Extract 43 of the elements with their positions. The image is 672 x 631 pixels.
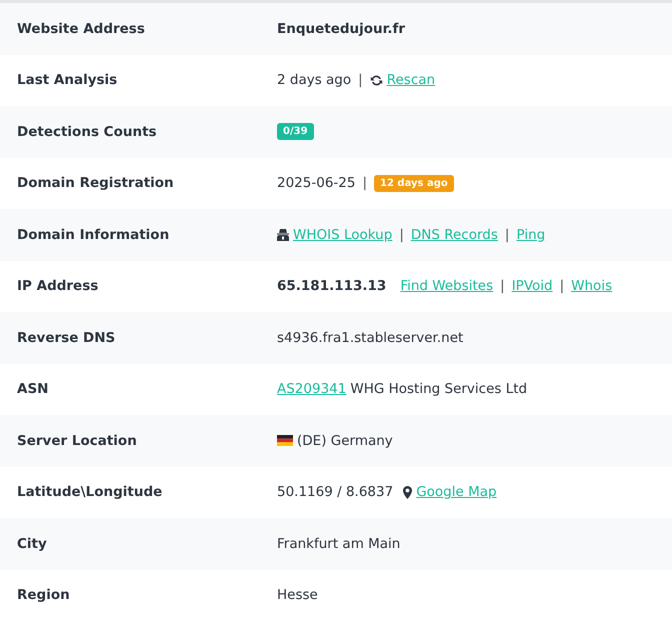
value-text: WHG Hosting Services Ltd xyxy=(350,381,528,398)
flag-icon xyxy=(277,435,293,446)
value-text: 65.181.113.13 xyxy=(277,278,386,294)
separator: | xyxy=(500,278,505,294)
link[interactable]: Find Websites xyxy=(400,278,494,294)
value-text: Enquetedujour.fr xyxy=(277,20,406,37)
row-label: Reverse DNS xyxy=(17,330,116,346)
separator: | xyxy=(362,175,368,192)
status-badge: 12 days ago xyxy=(374,174,454,192)
spy-icon xyxy=(277,228,289,242)
link[interactable]: Rescan xyxy=(386,72,436,88)
value-text: Frankfurt am Main xyxy=(277,536,400,552)
row-label: Domain Information xyxy=(17,226,170,243)
separator: | xyxy=(358,72,363,88)
map-pin-icon xyxy=(403,486,412,499)
value-text: 2 days ago xyxy=(277,72,352,88)
link[interactable]: WHOIS Lookup xyxy=(293,226,392,243)
row-label: Domain Registration xyxy=(17,175,175,192)
refresh-icon xyxy=(370,74,383,87)
separator: | xyxy=(560,278,564,294)
row-label: City xyxy=(17,536,48,552)
row-label: Website Address xyxy=(17,20,146,37)
link[interactable]: IPVoid xyxy=(512,278,553,294)
value-text: s4936.fra1.stableserver.net xyxy=(277,330,464,346)
link[interactable]: Ping xyxy=(516,226,546,243)
link[interactable]: AS209341 xyxy=(277,381,346,398)
separator: | xyxy=(399,226,404,243)
row-label: Latitude\Longitude xyxy=(17,484,164,500)
row-label: Region xyxy=(17,587,71,604)
separator: | xyxy=(504,226,510,243)
row-label: ASN xyxy=(17,381,50,398)
row-label: Last Analysis xyxy=(17,72,118,88)
link[interactable]: DNS Records xyxy=(410,226,498,243)
value-text: (DE) Germany xyxy=(297,432,393,449)
link[interactable]: Google Map xyxy=(416,484,497,500)
value-text: 50.1169 / 8.6837 xyxy=(277,484,394,500)
row-label: Server Location xyxy=(17,432,138,449)
status-badge: 0/39 xyxy=(277,123,314,140)
value-text: Hesse xyxy=(277,587,318,604)
link[interactable]: Whois xyxy=(571,278,612,294)
row-label: IP Address xyxy=(17,278,100,294)
row-label: Detections Counts xyxy=(17,124,158,140)
value-text: 2025-06-25 xyxy=(277,175,356,192)
